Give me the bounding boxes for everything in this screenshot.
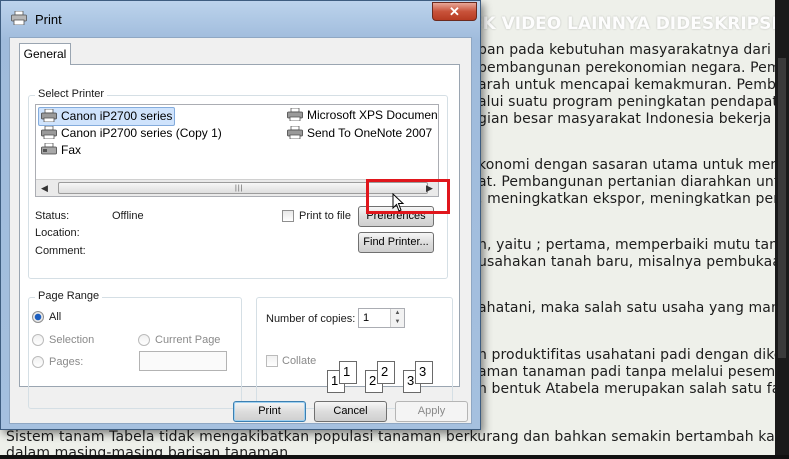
- pages-radio[interactable]: [32, 356, 44, 368]
- current-page-label: Current Page: [155, 334, 221, 346]
- doc-line: pan pada kebutuhan masyarakatnya dari se…: [478, 42, 789, 58]
- print-to-file-label: Print to file: [299, 210, 351, 222]
- doc-line: alui suatu program peningkatan pendapata…: [478, 94, 789, 110]
- close-icon: ✕: [449, 4, 460, 19]
- spin-down-icon[interactable]: ▼: [390, 318, 404, 327]
- apply-button[interactable]: Apply: [395, 401, 468, 422]
- collate-illustration: 1 1 2 2 3 3: [327, 360, 439, 396]
- status-value: Offline: [112, 210, 144, 222]
- printer-icon: [287, 108, 303, 122]
- doc-line: Sistem tanam Tabela tidak mengakibatkan …: [6, 429, 789, 445]
- select-printer-label: Select Printer: [35, 88, 108, 100]
- page-range-group: Page Range All Selection Current Page Pa…: [28, 290, 242, 409]
- mouse-cursor-icon: [392, 193, 405, 212]
- doc-line: gian besar masyarakat Indonesia bekerja …: [478, 111, 789, 127]
- find-printer-button[interactable]: Find Printer...: [358, 232, 434, 253]
- print-button[interactable]: Print: [233, 401, 306, 422]
- printer-name: Canon iP2700 series (Copy 1): [61, 125, 222, 140]
- general-tab-panel: Select Printer Canon iP2700 series Canon…: [19, 64, 460, 409]
- scroll-left-icon[interactable]: ◀: [36, 180, 53, 196]
- printer-icon: [287, 126, 303, 140]
- location-label: Location:: [35, 227, 80, 239]
- print-to-file-checkbox[interactable]: [282, 210, 294, 222]
- screen: pan pada kebutuhan masyarakatnya dari se…: [0, 0, 789, 459]
- doc-line: ahatani, maka salah satu usaha yang mamp…: [478, 300, 789, 316]
- collate-page-icon: 3: [415, 361, 433, 384]
- doc-line: n, yaitu ; pertama, memperbaiki mutu tan…: [478, 237, 789, 253]
- collate-page-icon: 2: [377, 361, 395, 384]
- pages-input[interactable]: [139, 351, 227, 371]
- printer-item-onenote[interactable]: Send To OneNote 2007: [287, 125, 432, 142]
- close-button[interactable]: ✕: [432, 2, 477, 21]
- vertical-scrollbar[interactable]: [778, 58, 786, 358]
- selection-label: Selection: [49, 334, 95, 346]
- printer-name: Send To OneNote 2007: [307, 125, 433, 140]
- printer-name: Fax: [61, 142, 82, 157]
- printer-icon: [41, 109, 57, 123]
- printer-item-canon-ip2700[interactable]: Canon iP2700 series: [38, 107, 176, 126]
- doc-line: n produktifitas usahatani padi dengan di…: [478, 347, 789, 363]
- pages-label: Pages:: [49, 356, 84, 368]
- doc-line: aman tanaman padi tanpa melalui pesemaia…: [478, 364, 789, 380]
- title-bar[interactable]: Print ✕: [1, 1, 481, 37]
- copies-value: 1: [363, 312, 370, 324]
- collate-checkbox[interactable]: [266, 355, 278, 367]
- doc-line: n bentuk Atabela merupakan salah satu fa…: [478, 381, 789, 397]
- printer-item-xps[interactable]: Microsoft XPS Documen: [287, 107, 438, 124]
- scroll-grip-icon: |||: [235, 185, 244, 192]
- printer-item-canon-ip2700-copy1[interactable]: Canon iP2700 series (Copy 1): [41, 125, 222, 142]
- bottom-edge-bar: [0, 455, 789, 459]
- doc-line: konomi dengan sasaran utama untuk mencap…: [478, 157, 789, 173]
- printer-name: Microsoft XPS Documen: [307, 107, 438, 122]
- all-radio[interactable]: [32, 311, 44, 323]
- doc-line: , meningkatkan ekspor, meningkatkan pend…: [478, 191, 789, 207]
- print-dialog: Print ✕ General Select Printer Canon iP2…: [0, 0, 481, 430]
- preferences-highlight-box: [366, 179, 450, 214]
- spin-up-icon[interactable]: ▲: [390, 309, 404, 318]
- printer-icon: [41, 126, 57, 140]
- printer-icon: [11, 11, 27, 25]
- selection-radio[interactable]: [32, 334, 44, 346]
- status-label: Status:: [35, 210, 70, 222]
- dialog-title: Print: [35, 12, 62, 27]
- printer-item-fax[interactable]: Fax: [41, 142, 81, 159]
- cancel-button[interactable]: Cancel: [314, 401, 387, 422]
- right-edge-bar: [775, 0, 789, 459]
- copies-stepper[interactable]: 1 ▲ ▼: [358, 308, 405, 328]
- collate-page-icon: 1: [339, 361, 357, 384]
- printer-name: Canon iP2700 series: [61, 108, 173, 123]
- fax-icon: [41, 143, 57, 155]
- copies-group: Number of copies: 1 ▲ ▼ Collate 1 1 2 2 …: [256, 297, 453, 409]
- tab-general[interactable]: General: [19, 43, 71, 65]
- page-range-label: Page Range: [35, 290, 103, 302]
- doc-line: arah untuk mencapai kemakmuran. Pembangu: [478, 77, 789, 93]
- doc-line: pembangunan perekonomian negara. Pembang: [478, 60, 789, 76]
- collate-label: Collate: [282, 355, 317, 367]
- dialog-client-area: General Select Printer Canon iP2700 seri…: [9, 37, 472, 424]
- number-of-copies-label: Number of copies:: [266, 313, 356, 325]
- current-page-radio[interactable]: [138, 334, 150, 346]
- all-label: All: [49, 311, 62, 323]
- doc-line: usahakan tanah baru, misalnya pembukaan …: [478, 254, 789, 270]
- comment-label: Comment:: [35, 245, 86, 257]
- doc-line: at. Pembangunan pertanian diarahkan untu…: [478, 174, 789, 190]
